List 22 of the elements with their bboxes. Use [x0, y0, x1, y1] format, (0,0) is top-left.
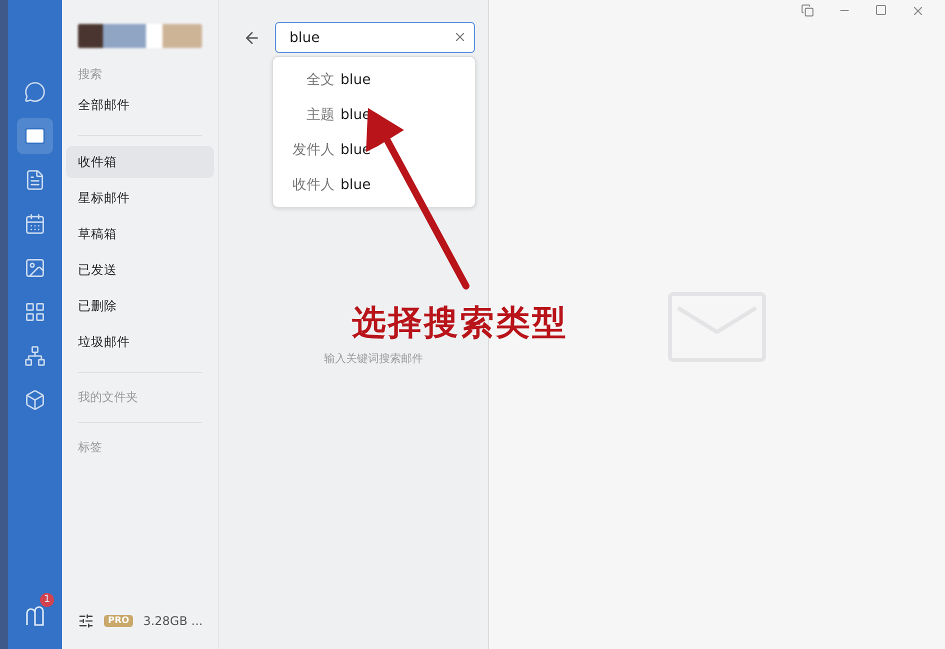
storage-usage[interactable]: 3.28GB ... [143, 614, 203, 628]
folder-item[interactable]: 全部邮件 [66, 89, 214, 121]
folder-item[interactable]: 已删除 [66, 290, 214, 322]
folder-item[interactable]: 已发送 [66, 254, 214, 286]
section-label: 搜索 [77, 66, 103, 83]
suggestion-item[interactable]: 全文 blue [272, 62, 474, 97]
restore-icon[interactable] [801, 4, 814, 17]
settings-icon[interactable] [78, 613, 94, 629]
mail-icon[interactable] [17, 118, 53, 154]
notification-icon[interactable] [24, 603, 46, 627]
unread-badge: 1 [40, 593, 54, 607]
annotation-text: 选择搜索类型 [352, 302, 568, 345]
maximize-icon[interactable] [875, 4, 887, 16]
search-field[interactable]: blue [274, 22, 474, 53]
pro-badge: PRO [104, 615, 134, 627]
suggestion-item[interactable]: 收件人 blue [272, 167, 474, 202]
close-icon[interactable] [911, 4, 925, 18]
empty-hint: 输入关键词搜索邮件 [324, 351, 423, 366]
folder-item[interactable]: 星标邮件 [66, 182, 214, 214]
folder-item[interactable]: 草稿箱 [66, 218, 214, 250]
folder-item[interactable]: 垃圾邮件 [66, 326, 214, 358]
folder-item[interactable]: 收件箱 [66, 146, 214, 178]
